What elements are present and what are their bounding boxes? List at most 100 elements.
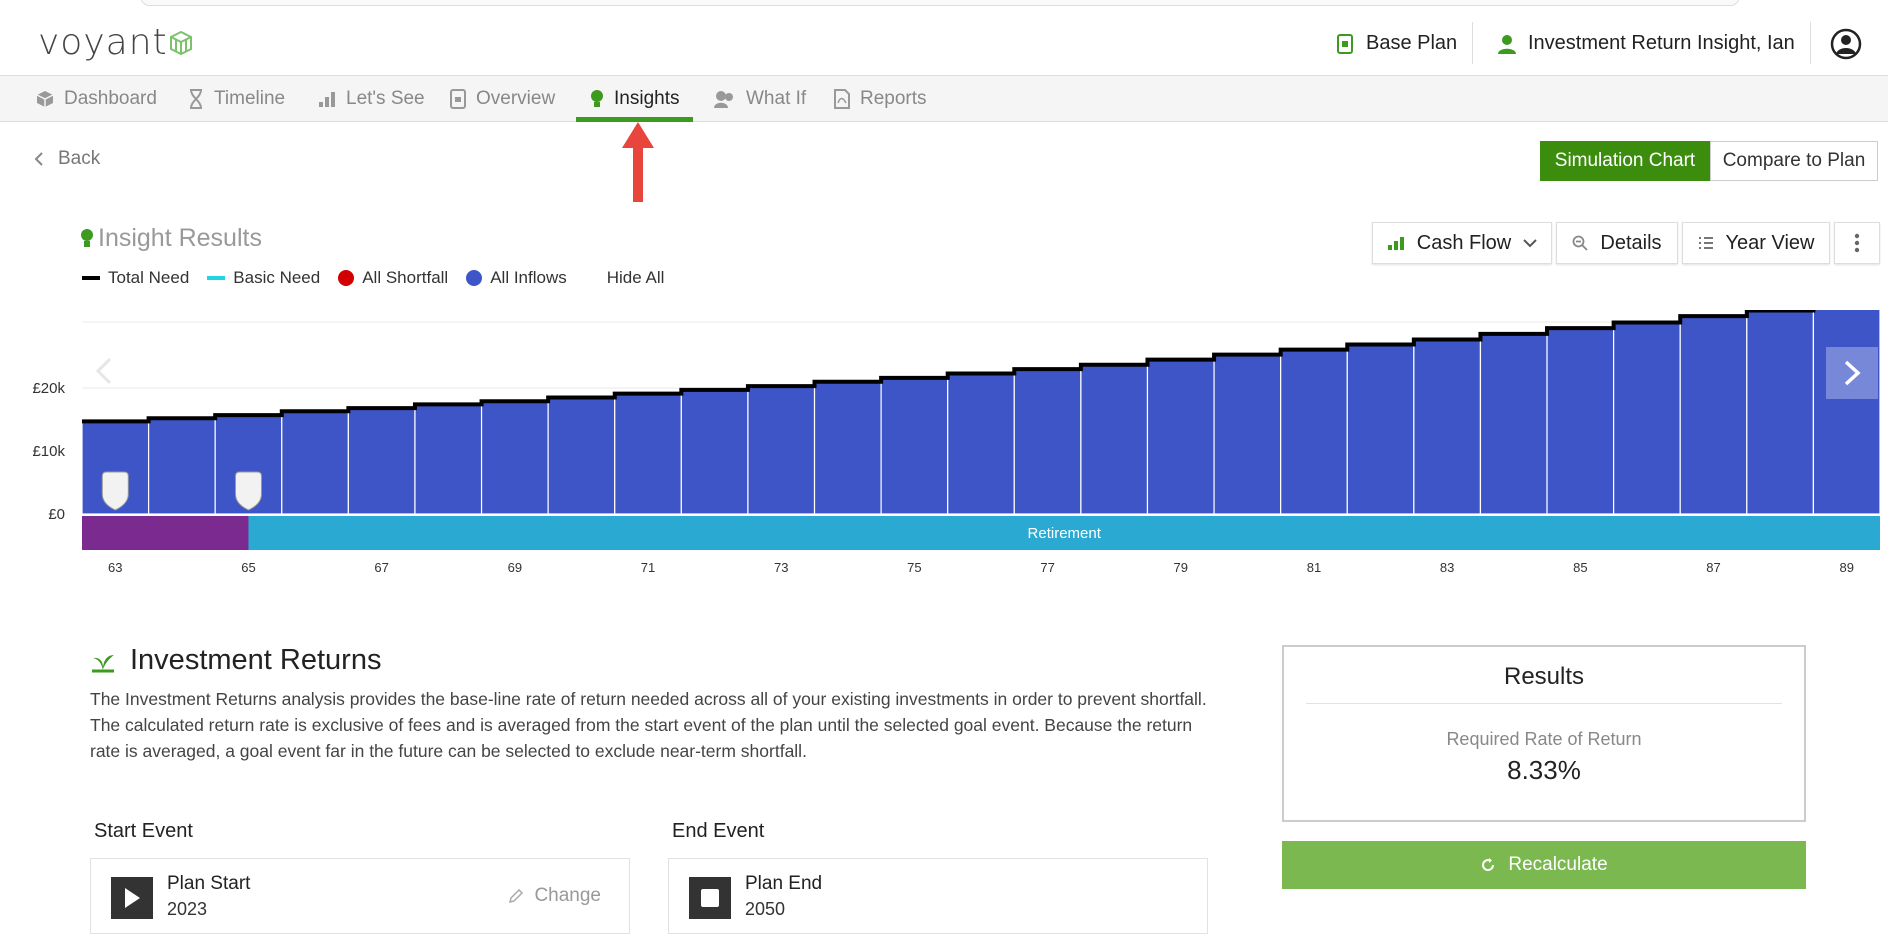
- inflow-bar: [747, 385, 816, 515]
- chevron-down-icon: [1523, 239, 1537, 248]
- tab-reports[interactable]: Reports: [834, 76, 927, 122]
- change-start-event-button[interactable]: Change: [508, 885, 601, 907]
- inflow-bar: [1346, 343, 1415, 515]
- client-selector[interactable]: Investment Return Insight, Ian: [1498, 32, 1795, 55]
- tab-dashboard[interactable]: Dashboard: [36, 76, 157, 122]
- base-plan-selector[interactable]: Base Plan: [1336, 32, 1457, 55]
- investment-returns-description: The Investment Returns analysis provides…: [90, 689, 1207, 761]
- tab-label: Overview: [476, 88, 556, 109]
- list-icon: [1698, 237, 1713, 249]
- year-view-label: Year View: [1725, 231, 1815, 254]
- x-tick-label: 85: [1573, 560, 1587, 575]
- inflow-bar: [1146, 359, 1215, 515]
- inflow-bar: [1679, 315, 1748, 515]
- tab-label: Reports: [860, 88, 927, 109]
- chart-prev-arrow-icon[interactable]: [94, 356, 114, 386]
- tab-timeline[interactable]: Timeline: [188, 76, 285, 122]
- pencil-icon: [509, 888, 524, 904]
- x-tick-label: 89: [1839, 560, 1853, 575]
- inflow-bar: [1213, 354, 1282, 515]
- person-icon: [1498, 34, 1516, 54]
- voyant-logo[interactable]: voyant: [38, 22, 168, 63]
- tab-label: Dashboard: [64, 88, 157, 109]
- legend-basic-need[interactable]: Basic Need: [207, 268, 320, 288]
- inflow-bar: [347, 407, 416, 515]
- cash-flow-label: Cash Flow: [1416, 231, 1512, 254]
- tab-label: Let's See: [346, 88, 425, 109]
- x-tick-label: 77: [1040, 560, 1054, 575]
- legend-all-shortfall[interactable]: All Shortfall: [338, 268, 448, 288]
- tab-what-if[interactable]: What If: [714, 76, 806, 122]
- header-divider: [1472, 22, 1473, 64]
- inflow-bar: [1812, 310, 1881, 515]
- x-tick-label: 67: [374, 560, 388, 575]
- x-tick-label: 81: [1307, 560, 1321, 575]
- end-event-label: End Event: [672, 820, 765, 842]
- compare-to-plan-button[interactable]: Compare to Plan: [1710, 141, 1878, 181]
- more-options-button[interactable]: [1834, 222, 1880, 264]
- hide-all-link[interactable]: Hide All: [607, 268, 665, 288]
- legend-label: All Inflows: [490, 268, 567, 287]
- required-rate-value: 8.33%: [1507, 755, 1581, 785]
- phase-label: Retirement: [1028, 525, 1102, 542]
- y-tick-label: £20k: [32, 380, 65, 397]
- user-account-icon[interactable]: [1830, 28, 1862, 60]
- tab-insights[interactable]: Insights: [575, 76, 695, 122]
- x-tick-label: 65: [241, 560, 255, 575]
- inflow-bar: [813, 381, 882, 515]
- end-event-card: Plan End 2050: [668, 858, 1208, 934]
- chevron-left-icon: [34, 152, 43, 166]
- plan-icon: [1337, 33, 1353, 54]
- cube-icon: [36, 91, 54, 107]
- results-title: Results: [1503, 663, 1585, 690]
- inflow-bar: [414, 403, 483, 515]
- cash-flow-dropdown[interactable]: Cash Flow: [1372, 222, 1552, 264]
- inflow-bar: [480, 400, 549, 515]
- zoom-out-icon: [1573, 235, 1589, 251]
- insight-results-title: Insight Results: [80, 224, 262, 253]
- voyant-logo-mark-icon: [170, 30, 192, 56]
- play-icon: [111, 877, 153, 919]
- bar-chart-icon: [319, 92, 335, 107]
- people-icon: [714, 91, 733, 108]
- tab-overview[interactable]: Overview: [450, 76, 555, 122]
- pdf-icon: [834, 89, 850, 109]
- results-divider: [1306, 703, 1782, 704]
- legend-all-inflows[interactable]: All Inflows: [466, 268, 567, 288]
- legend-dot-swatch: [466, 270, 483, 286]
- year-view-button[interactable]: Year View: [1682, 222, 1830, 264]
- required-rate-label: Required Rate of Return: [1446, 729, 1642, 749]
- details-button[interactable]: Details: [1556, 222, 1678, 264]
- plant-icon: [92, 654, 114, 672]
- bar-chart-icon: [1387, 237, 1404, 250]
- main-nav: Dashboard Timeline Let's See Overview In…: [0, 76, 1888, 122]
- chart-legend: Total Need Basic Need All Shortfall All …: [82, 268, 664, 288]
- legend-dot-swatch: [338, 270, 355, 286]
- x-tick-label: 87: [1706, 560, 1720, 575]
- tab-label: Insights: [614, 88, 680, 109]
- start-event-label: Start Event: [94, 820, 193, 842]
- x-tick-label: 71: [641, 560, 655, 575]
- kebab-menu-icon: [1854, 233, 1860, 253]
- inflow-bar: [1479, 333, 1548, 515]
- chart-next-button[interactable]: [1826, 347, 1878, 399]
- y-tick-label: £0: [48, 506, 65, 523]
- document-icon: [450, 89, 466, 109]
- tab-label: What If: [746, 88, 807, 109]
- legend-label: Basic Need: [233, 268, 321, 287]
- annotation-arrow-icon: [622, 122, 654, 202]
- start-event-card: Plan Start 2023 Change: [90, 858, 630, 934]
- refresh-icon: [1482, 858, 1495, 872]
- recalculate-button[interactable]: Recalculate: [1282, 841, 1806, 889]
- section-title-text: Investment Returns: [130, 644, 382, 676]
- tab-lets-see[interactable]: Let's See: [318, 76, 425, 122]
- legend-total-need[interactable]: Total Need: [82, 268, 189, 288]
- details-label: Details: [1600, 231, 1662, 254]
- inflow-bar: [1080, 364, 1149, 515]
- back-link[interactable]: Back: [34, 148, 100, 170]
- browser-top-strip: [0, 0, 1888, 10]
- simulation-chart-button[interactable]: Simulation Chart: [1540, 141, 1710, 181]
- inflow-bar: [1413, 338, 1482, 515]
- end-event-name: Plan End: [745, 873, 823, 894]
- legend-line-swatch: [207, 276, 226, 280]
